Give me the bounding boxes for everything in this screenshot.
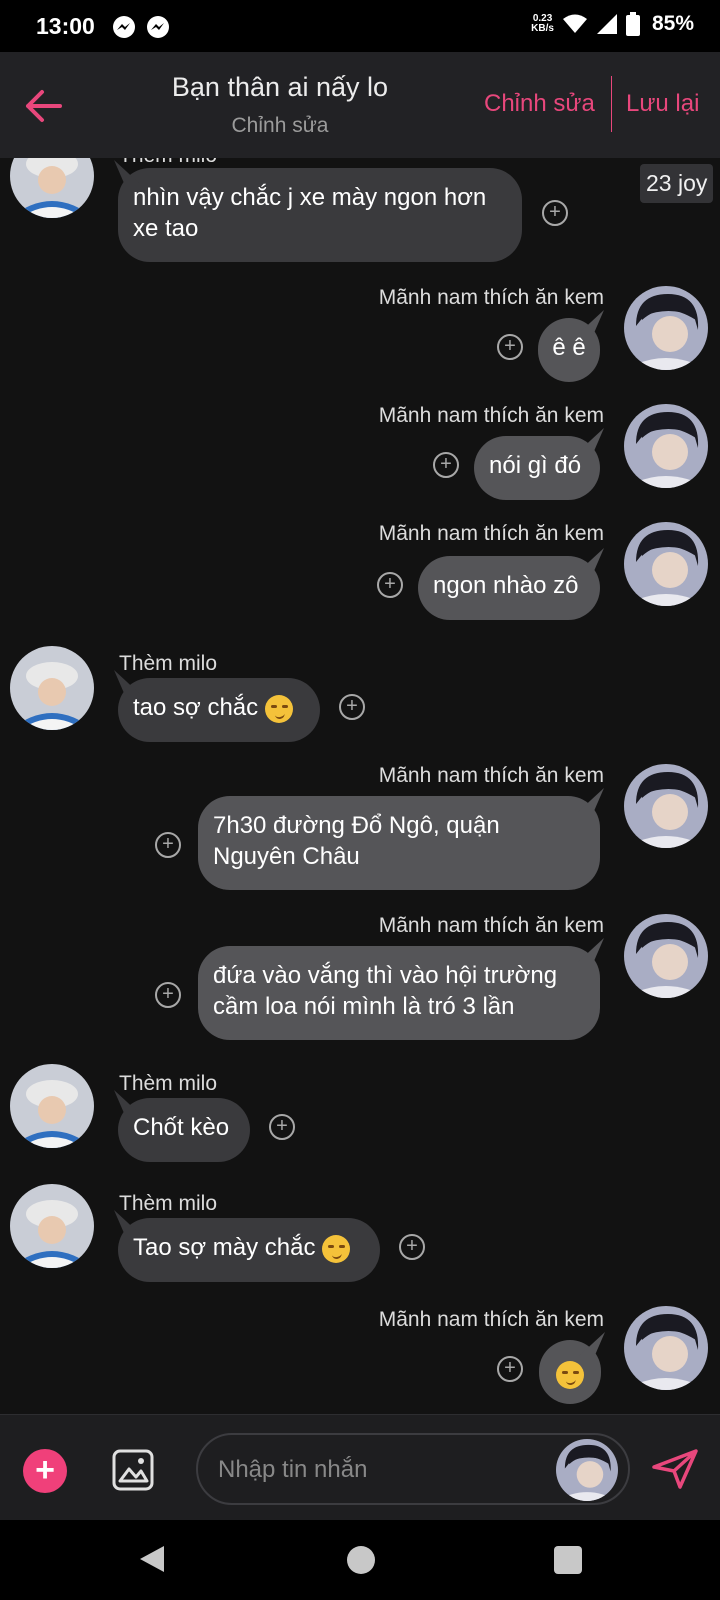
message-bubble[interactable] (539, 1340, 601, 1404)
add-reaction-icon[interactable]: + (399, 1234, 425, 1260)
message-text: nhìn vậy chắc j xe mày ngon hơn (133, 184, 487, 211)
message-text: cầm loa nói mình là tró 3 lần (213, 993, 515, 1020)
avatar-them[interactable] (10, 1184, 94, 1268)
message-text: Tao sợ mày chắc (133, 1234, 316, 1261)
back-arrow-icon[interactable] (22, 86, 66, 126)
add-reaction-icon[interactable]: + (497, 334, 523, 360)
message-text: xe tao (133, 215, 199, 242)
system-nav-bar (0, 1520, 720, 1600)
add-reaction-icon[interactable]: + (542, 200, 568, 226)
sender-name: Thèm milo (119, 652, 218, 675)
add-reaction-icon[interactable]: + (269, 1114, 295, 1140)
avatar-me[interactable] (624, 522, 708, 606)
message-bubble[interactable]: Chốt kèo (118, 1098, 250, 1162)
header-divider (611, 76, 612, 132)
avatar-me[interactable] (624, 914, 708, 998)
smirk-emoji-icon (556, 1360, 584, 1389)
conversation-header: Bạn thân ai nấy lo Chỉnh sửa Chỉnh sửa L… (0, 52, 720, 158)
signal-icon (596, 14, 617, 34)
add-reaction-icon[interactable]: + (497, 1356, 523, 1382)
edit-button[interactable]: Chỉnh sửa (484, 90, 595, 118)
add-reaction-icon[interactable]: + (339, 694, 365, 720)
send-icon[interactable] (652, 1449, 698, 1489)
sender-name: Mãnh nam thích ăn kem (378, 1308, 604, 1331)
message-bubble[interactable]: 7h30 đường Đổ Ngô, quận Nguyên Châu (198, 796, 600, 890)
message-bubble[interactable]: nhìn vậy chắc j xe mày ngon hơn xe tao (118, 168, 522, 262)
sender-name: Mãnh nam thích ăn kem (378, 404, 604, 427)
reaction-badge: 23 joy (640, 164, 714, 203)
message-composer: + (0, 1414, 720, 1521)
message-text: đứa vào vắng thì vào hội trường (213, 962, 558, 989)
nav-recents-icon[interactable] (554, 1546, 582, 1574)
battery-percent: 85% (651, 12, 694, 35)
wifi-icon (562, 14, 587, 33)
nav-back-icon[interactable] (138, 1544, 166, 1574)
net-speed-unit: KB/s (531, 23, 554, 34)
avatar-them[interactable] (10, 158, 94, 218)
message-bubble[interactable]: đứa vào vắng thì vào hội trường cầm loa … (198, 946, 600, 1040)
avatar-them[interactable] (10, 1064, 94, 1148)
add-reaction-icon[interactable]: + (377, 572, 403, 598)
avatar-me (556, 1439, 618, 1501)
message-text: ê ê (552, 334, 586, 361)
messenger-icon (147, 16, 169, 38)
smirk-emoji-icon (322, 1234, 351, 1263)
avatar-them[interactable] (10, 646, 94, 730)
status-bar: 13:00 0.23 KB/s 85% (0, 0, 720, 52)
sender-name: Mãnh nam thích ăn kem (378, 764, 604, 787)
message-text: ngon nhào zô (433, 572, 579, 599)
message-bubble[interactable]: ngon nhào zô (418, 556, 600, 620)
sender-name: Thèm milo (119, 1072, 218, 1095)
status-time: 13:00 (36, 13, 95, 39)
conversation-title: Bạn thân ai nấy lo (171, 72, 389, 102)
sender-name: Mãnh nam thích ăn kem (378, 522, 604, 545)
message-list[interactable]: 23 joy Thèm milo nhìn vậy chắc j xe mày … (0, 158, 720, 1414)
battery-icon (625, 12, 640, 36)
message-bubble[interactable]: tao sợ chắc (118, 678, 320, 742)
avatar-me[interactable] (624, 404, 708, 488)
plus-icon[interactable]: + (23, 1449, 67, 1493)
avatar-me[interactable] (624, 286, 708, 370)
sender-name: Thèm milo (119, 1192, 218, 1215)
message-bubble[interactable]: Tao sợ mày chắc (118, 1218, 380, 1282)
message-text: Nguyên Châu (213, 843, 360, 870)
message-text: tao sợ chắc (133, 694, 259, 721)
message-text: 7h30 đường Đổ Ngô, quận (213, 812, 500, 839)
avatar-me[interactable] (624, 1306, 708, 1390)
message-bubble[interactable]: nói gì đó (474, 436, 600, 500)
sender-name: Mãnh nam thích ăn kem (378, 914, 604, 937)
message-text: Chốt kèo (133, 1114, 230, 1141)
message-input[interactable] (216, 1435, 550, 1505)
conversation-subtitle: Chỉnh sửa (231, 114, 329, 137)
avatar-me[interactable] (624, 764, 708, 848)
message-input-field[interactable] (196, 1433, 630, 1505)
message-text: nói gì đó (489, 452, 582, 479)
add-reaction-icon[interactable]: + (155, 982, 181, 1008)
net-speed: 0.23 KB/s (531, 14, 554, 34)
sender-name: Thèm milo (119, 158, 217, 168)
sender-name: Mãnh nam thích ăn kem (378, 286, 604, 309)
save-button[interactable]: Lưu lại (626, 90, 699, 118)
messenger-icon (113, 16, 135, 38)
smirk-emoji-icon (264, 694, 293, 723)
add-reaction-icon[interactable]: + (155, 832, 181, 858)
message-bubble[interactable]: ê ê (538, 318, 600, 382)
add-reaction-icon[interactable]: + (433, 452, 459, 478)
nav-home-icon[interactable] (347, 1546, 375, 1574)
image-icon[interactable] (112, 1449, 154, 1491)
